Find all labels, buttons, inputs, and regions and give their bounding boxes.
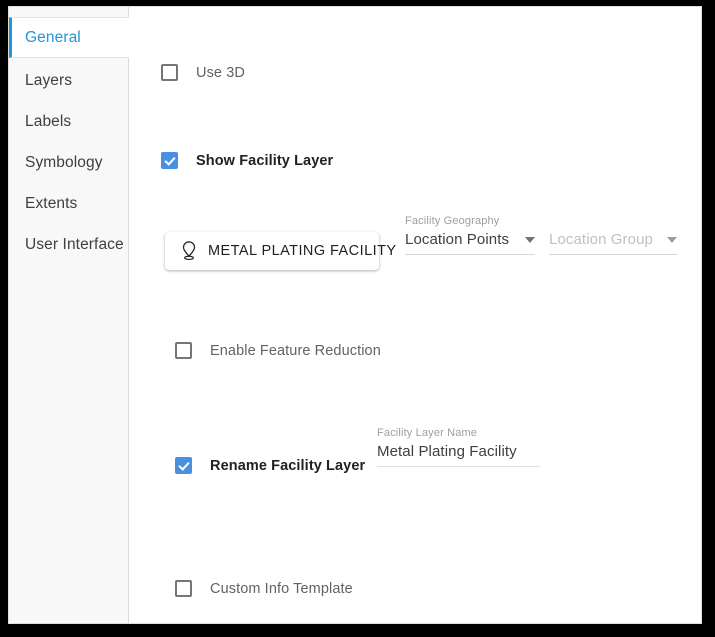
rename-facility-layer-checkbox[interactable] [175, 457, 192, 474]
location-group-spacer [549, 215, 677, 227]
show-facility-layer-row: Show Facility Layer [161, 152, 333, 169]
facility-geography-value: Location Points [405, 231, 509, 248]
use-3d-row: Use 3D [161, 64, 245, 81]
facility-layer-name-field: Facility Layer Name [377, 427, 540, 467]
facility-button-label: METAL PLATING FACILITY [208, 243, 397, 259]
location-group-select[interactable]: Location Group [549, 231, 677, 255]
show-facility-layer-label: Show Facility Layer [196, 153, 333, 169]
facility-layer-name-label: Facility Layer Name [377, 427, 540, 439]
custom-info-template-checkbox[interactable] [175, 580, 192, 597]
chevron-down-icon [667, 237, 677, 243]
settings-content-panel: Use 3D Show Facility Layer METAL PLATING… [129, 7, 702, 624]
location-group-field: Location Group [549, 215, 677, 255]
enable-feature-reduction-row: Enable Feature Reduction [175, 342, 381, 359]
rename-facility-layer-label: Rename Facility Layer [210, 458, 365, 474]
sidebar-item-label: Extents [25, 195, 77, 213]
chevron-down-icon [525, 237, 535, 243]
rename-facility-layer-row: Rename Facility Layer [175, 457, 365, 474]
use-3d-checkbox[interactable] [161, 64, 178, 81]
sidebar-item-extents[interactable]: Extents [9, 183, 129, 224]
sidebar-item-symbology[interactable]: Symbology [9, 142, 129, 183]
custom-info-template-label: Custom Info Template [210, 581, 353, 597]
sidebar-item-layers[interactable]: Layers [9, 60, 129, 101]
map-pin-icon [179, 240, 199, 262]
facility-geography-field: Facility Geography Location Points [405, 215, 535, 255]
sidebar-item-labels[interactable]: Labels [9, 101, 129, 142]
sidebar-item-user-interface[interactable]: User Interface [9, 224, 129, 265]
sidebar-item-label: Layers [25, 72, 72, 90]
facility-button[interactable]: METAL PLATING FACILITY [165, 232, 379, 270]
enable-feature-reduction-checkbox[interactable] [175, 342, 192, 359]
show-facility-layer-checkbox[interactable] [161, 152, 178, 169]
sidebar-tabs: General Layers Labels Symbology Extents … [9, 7, 129, 624]
custom-info-template-row: Custom Info Template [175, 580, 353, 597]
sidebar-item-label: User Interface [25, 236, 124, 254]
use-3d-label: Use 3D [196, 65, 245, 81]
settings-window: General Layers Labels Symbology Extents … [8, 6, 702, 624]
facility-geography-label: Facility Geography [405, 215, 535, 227]
sidebar-item-label: Labels [25, 113, 71, 131]
facility-geography-select[interactable]: Location Points [405, 231, 535, 255]
location-group-value: Location Group [549, 231, 653, 248]
facility-layer-name-input-wrapper [377, 443, 540, 467]
sidebar-item-label: Symbology [25, 154, 103, 172]
facility-layer-name-input[interactable] [377, 443, 540, 466]
sidebar-item-general[interactable]: General [9, 17, 129, 58]
sidebar-item-label: General [25, 29, 81, 47]
enable-feature-reduction-label: Enable Feature Reduction [210, 343, 381, 359]
